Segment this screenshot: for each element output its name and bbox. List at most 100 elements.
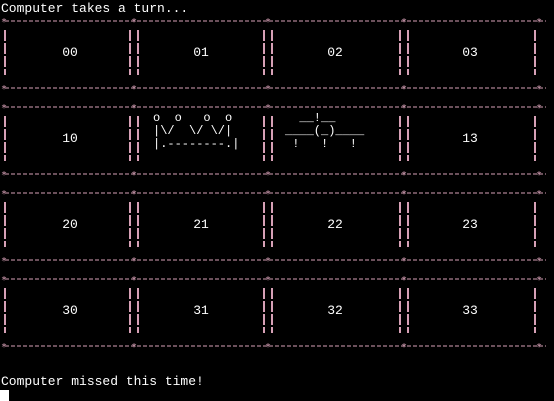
- cell-12[interactable]: __!__ ____(_)____ ! ! !: [285, 110, 397, 167]
- cell-01[interactable]: 01: [141, 45, 261, 60]
- cell-border: [399, 116, 401, 161]
- cell-03[interactable]: 03: [411, 45, 529, 60]
- svg-text:*: *: [131, 171, 137, 177]
- cell-border: [534, 30, 536, 75]
- grid-separator: * * * * *: [1, 343, 550, 349]
- cell-23[interactable]: 23: [411, 217, 529, 232]
- grid-separator: * * * * *: [1, 104, 550, 110]
- svg-text:*: *: [536, 104, 542, 110]
- ship-art: __!__ ____(_)____ ! ! !: [285, 111, 365, 151]
- svg-text:*: *: [1, 85, 7, 91]
- svg-text:*: *: [131, 104, 137, 110]
- grid-separator: * * * * *: [1, 190, 550, 196]
- cell-border: [271, 288, 273, 333]
- cell-21[interactable]: 21: [141, 217, 261, 232]
- grid-separator: * * * * *: [1, 257, 550, 263]
- svg-text:*: *: [265, 171, 271, 177]
- cell-border: [137, 288, 139, 333]
- svg-text:*: *: [536, 18, 542, 24]
- cell-border: [399, 288, 401, 333]
- svg-text:*: *: [401, 190, 407, 196]
- status-line-top: Computer takes a turn...: [1, 1, 189, 16]
- cell-31[interactable]: 31: [141, 303, 261, 318]
- cell-border: [137, 30, 139, 75]
- svg-text:*: *: [265, 190, 271, 196]
- grid-separator: * * * * *: [1, 18, 550, 24]
- cell-border: [4, 288, 6, 333]
- cell-border: [399, 202, 401, 247]
- svg-text:*: *: [1, 257, 7, 263]
- svg-text:*: *: [1, 171, 7, 177]
- cell-32[interactable]: 32: [275, 303, 395, 318]
- cell-border: [263, 30, 265, 75]
- cell-border: [271, 30, 273, 75]
- cell-border: [129, 116, 131, 161]
- cell-border: [407, 288, 409, 333]
- cell-border: [137, 116, 139, 161]
- cell-border: [534, 116, 536, 161]
- cell-20[interactable]: 20: [11, 217, 129, 232]
- cell-border: [4, 202, 6, 247]
- cell-02[interactable]: 02: [275, 45, 395, 60]
- svg-text:*: *: [131, 85, 137, 91]
- terminal-window: Computer takes a turn... * * * * * * * * * * * * *…: [0, 0, 554, 401]
- svg-text:*: *: [131, 343, 137, 349]
- cell-00[interactable]: 00: [11, 45, 129, 60]
- cell-22[interactable]: 22: [275, 217, 395, 232]
- svg-text:*: *: [1, 18, 7, 24]
- grid-separator: * * * * *: [1, 85, 550, 91]
- cell-border: [129, 202, 131, 247]
- cell-11[interactable]: o o o o |\/ \/ \/| |.--------.|: [153, 110, 263, 167]
- svg-text:*: *: [265, 276, 271, 282]
- cell-border: [263, 288, 265, 333]
- svg-text:*: *: [401, 276, 407, 282]
- svg-text:*: *: [1, 104, 7, 110]
- cell-border: [271, 202, 273, 247]
- svg-text:*: *: [536, 171, 542, 177]
- svg-text:*: *: [1, 276, 7, 282]
- svg-text:*: *: [1, 190, 7, 196]
- svg-text:*: *: [1, 343, 7, 349]
- svg-text:*: *: [536, 257, 542, 263]
- svg-text:*: *: [131, 257, 137, 263]
- cell-border: [137, 202, 139, 247]
- svg-text:*: *: [131, 276, 137, 282]
- svg-text:*: *: [265, 257, 271, 263]
- status-line-bottom: Computer missed this time!: [1, 374, 204, 389]
- svg-text:*: *: [131, 18, 137, 24]
- ship-wreck-art: o o o o |\/ \/ \/| |.--------.|: [153, 111, 240, 151]
- cell-border: [407, 116, 409, 161]
- grid-separator: * * * * *: [1, 171, 550, 177]
- svg-text:*: *: [536, 343, 542, 349]
- cell-border: [534, 202, 536, 247]
- svg-text:*: *: [401, 18, 407, 24]
- cell-border: [263, 116, 265, 161]
- svg-text:*: *: [265, 18, 271, 24]
- svg-text:*: *: [536, 190, 542, 196]
- cell-border: [399, 30, 401, 75]
- grid-separator: * * * * *: [1, 276, 550, 282]
- cell-border: [4, 116, 6, 161]
- cell-30[interactable]: 30: [11, 303, 129, 318]
- cell-10[interactable]: 10: [11, 131, 129, 146]
- cell-33[interactable]: 33: [411, 303, 529, 318]
- cell-border: [129, 30, 131, 75]
- terminal-cursor: [0, 390, 9, 401]
- cell-13[interactable]: 13: [411, 131, 529, 146]
- cell-border: [4, 30, 6, 75]
- cell-border: [129, 288, 131, 333]
- svg-text:*: *: [265, 343, 271, 349]
- svg-text:*: *: [131, 190, 137, 196]
- svg-text:*: *: [265, 104, 271, 110]
- svg-text:*: *: [401, 343, 407, 349]
- cell-border: [271, 116, 273, 161]
- cell-border: [263, 202, 265, 247]
- svg-text:*: *: [401, 257, 407, 263]
- svg-text:*: *: [401, 104, 407, 110]
- svg-text:*: *: [536, 85, 542, 91]
- svg-text:*: *: [401, 85, 407, 91]
- svg-text:*: *: [401, 171, 407, 177]
- cell-border: [534, 288, 536, 333]
- cell-border: [407, 30, 409, 75]
- svg-text:*: *: [265, 85, 271, 91]
